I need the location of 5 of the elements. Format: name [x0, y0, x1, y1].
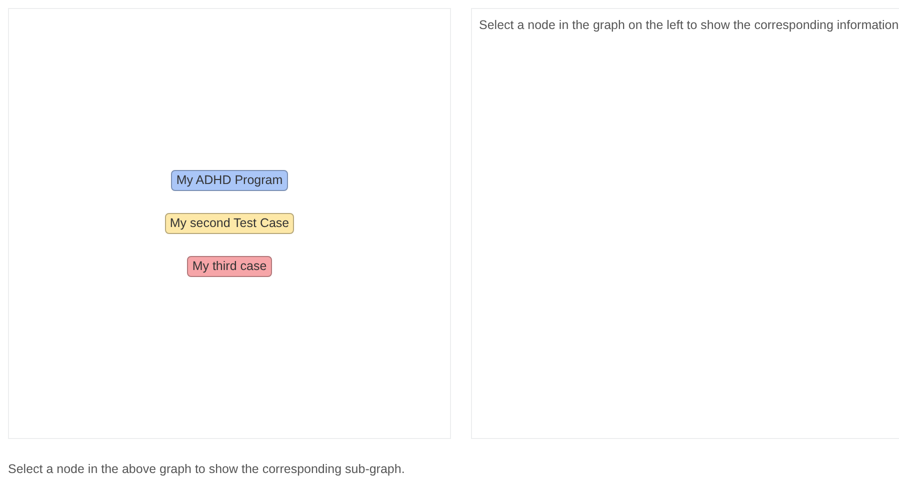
info-message: Select a node in the graph on the left to show the corresponding information. [478, 17, 899, 34]
subgraph-message: Select a node in the above graph to show the corresponding sub-graph. [8, 462, 405, 476]
graph-node[interactable]: My third case [187, 256, 272, 277]
graph-node[interactable]: My second Test Case [164, 213, 294, 234]
graph-node[interactable]: My ADHD Program [171, 170, 288, 191]
